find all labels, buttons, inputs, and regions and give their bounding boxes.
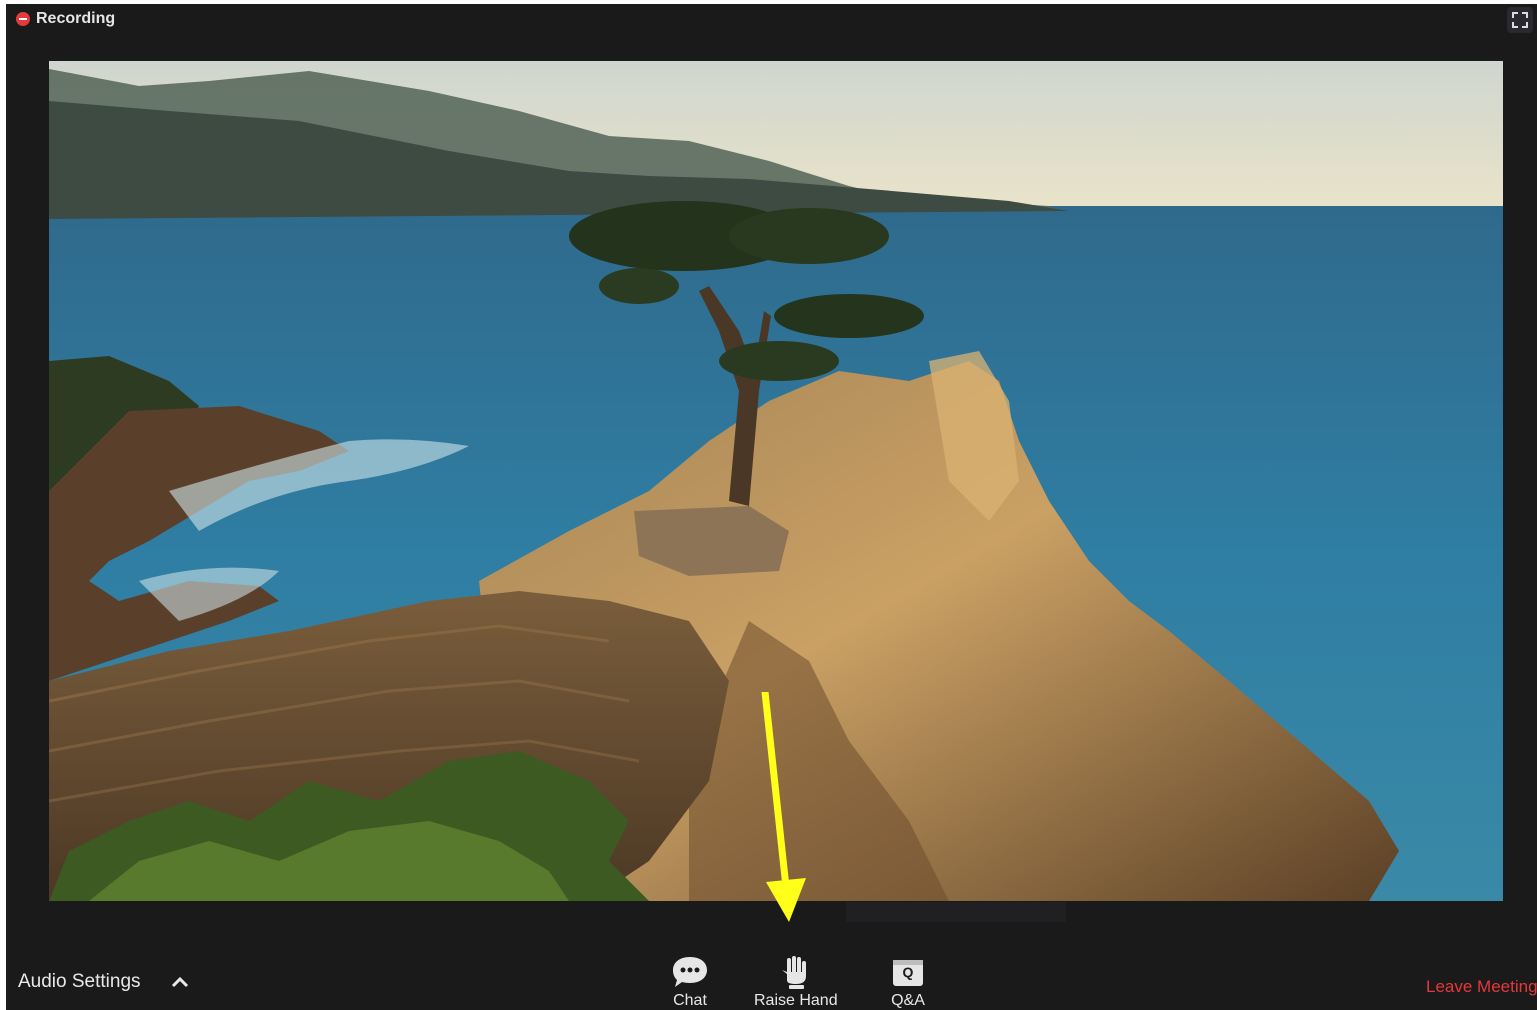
qa-label: Q&A — [891, 992, 925, 1009]
fullscreen-icon — [1512, 12, 1528, 28]
chevron-up-icon[interactable] — [171, 973, 189, 991]
annotation-arrow — [761, 692, 806, 922]
fullscreen-button[interactable] — [1507, 7, 1533, 33]
chat-bubble-icon — [671, 954, 709, 990]
raise-hand-label: Raise Hand — [754, 992, 838, 1009]
qa-button[interactable]: Q Q&A — [890, 954, 926, 1010]
audio-settings-label: Audio Settings — [18, 971, 141, 992]
chat-button[interactable]: Chat — [671, 954, 709, 1010]
chat-label: Chat — [673, 992, 707, 1009]
hand-icon — [778, 954, 814, 990]
recording-indicator[interactable]: Recording — [16, 10, 115, 28]
recording-dot-icon — [16, 12, 30, 26]
zoom-window: Recording Audio Settings Chat Raise Hand… — [6, 4, 1537, 1010]
qa-icon: Q — [890, 954, 926, 990]
audio-settings-button[interactable]: Audio Settings — [18, 971, 189, 993]
participant-name-strip — [846, 902, 1066, 922]
qa-icon-glyph: Q — [902, 964, 914, 980]
meeting-toolbar: Audio Settings Chat Raise Hand Q Q&A Lea… — [6, 944, 1537, 1010]
leave-meeting-button[interactable]: Leave Meeting — [1426, 977, 1537, 997]
raise-hand-button[interactable]: Raise Hand — [754, 954, 838, 1010]
recording-label: Recording — [36, 10, 116, 27]
